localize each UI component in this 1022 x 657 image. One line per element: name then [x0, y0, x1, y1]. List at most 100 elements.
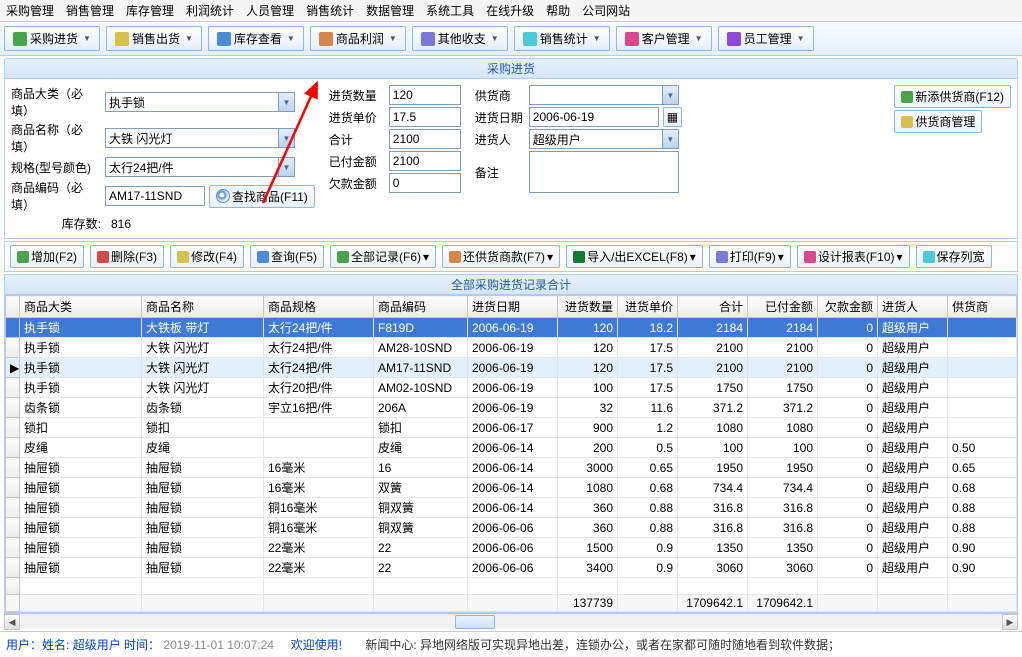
scroll-left-icon[interactable]: ◀ [4, 614, 20, 630]
table-row[interactable]: ▶执手锁大铁 闪光灯太行24把/件AM17-11SND2006-06-19120… [6, 358, 1017, 378]
column-header[interactable]: 供货商 [948, 296, 1017, 318]
table-row[interactable]: 抽屉锁抽屉锁22毫米222006-06-0615000.9135013500超级… [6, 538, 1017, 558]
find-product-button[interactable]: 查找商品(F11) [209, 185, 315, 208]
menu-item[interactable]: 数据管理 [366, 2, 414, 19]
label-stock: 库存数: [11, 215, 101, 232]
toolbar-button[interactable]: 客户管理▼ [616, 26, 712, 51]
total-cell [142, 595, 264, 612]
supplier-mgr-button[interactable]: 供货商管理 [894, 110, 982, 133]
table-title: 全部采购进货记录合计 [4, 274, 1018, 295]
action-button[interactable]: 设计报表(F10)▾ [797, 245, 910, 268]
date-input[interactable] [529, 107, 659, 127]
column-header[interactable]: 进货数量 [558, 296, 618, 318]
column-header[interactable]: 商品规格 [264, 296, 374, 318]
label-paid: 已付金额 [329, 153, 385, 170]
code-input[interactable] [105, 186, 205, 206]
chevron-down-icon: ▾ [547, 250, 553, 264]
spec-select[interactable] [105, 157, 295, 177]
paid-input[interactable] [389, 151, 461, 171]
dropdown-icon[interactable]: ▼ [278, 158, 294, 176]
supplier-select[interactable] [529, 85, 679, 105]
remark-input[interactable] [529, 151, 679, 193]
column-header[interactable]: 欠款金额 [818, 296, 878, 318]
label-code: 商品编码（必填） [11, 179, 101, 213]
column-header[interactable]: 商品编码 [374, 296, 468, 318]
scroll-right-icon[interactable]: ▶ [1002, 614, 1018, 630]
add-supplier-button[interactable]: 新添供货商(F12) [894, 85, 1011, 108]
table-row[interactable]: 抽屉锁抽屉锁铜16毫米铜双簧2006-06-143600.88316.8316.… [6, 498, 1017, 518]
action-button[interactable]: 保存列宽 [916, 245, 992, 268]
toolbar-button[interactable]: 销售出货▼ [106, 26, 202, 51]
action-button[interactable]: 全部记录(F6)▾ [330, 245, 436, 268]
total-input[interactable] [389, 129, 461, 149]
toolbar-button[interactable]: 采购进货▼ [4, 26, 100, 51]
chevron-down-icon: ▼ [389, 34, 397, 43]
horizontal-scrollbar[interactable]: ◀ ▶ [4, 613, 1018, 629]
category-select[interactable] [105, 92, 295, 112]
table-row[interactable]: 抽屉锁抽屉锁16毫米双簧2006-06-1410800.68734.4734.4… [6, 478, 1017, 498]
toolbar-button[interactable]: 商品利润▼ [310, 26, 406, 51]
table-row[interactable]: 抽屉锁抽屉锁铜16毫米铜双簧2006-06-063600.88316.8316.… [6, 518, 1017, 538]
column-header[interactable]: 合计 [678, 296, 748, 318]
column-header[interactable]: 进货日期 [468, 296, 558, 318]
column-header[interactable]: 进货单价 [618, 296, 678, 318]
menu-item[interactable]: 系统工具 [426, 2, 474, 19]
column-header[interactable]: 进货人 [878, 296, 948, 318]
action-button[interactable]: 增加(F2) [10, 245, 84, 268]
menu-item[interactable]: 销售管理 [66, 2, 114, 19]
scroll-thumb[interactable] [455, 615, 495, 629]
action-button[interactable]: 还供货商款(F7)▾ [442, 245, 560, 268]
scroll-track[interactable] [20, 614, 1002, 629]
menu-item[interactable]: 销售统计 [306, 2, 354, 19]
total-cell: 1709642.1 [748, 595, 818, 612]
records-table[interactable]: 商品大类商品名称商品规格商品编码进货日期进货数量进货单价合计已付金额欠款金额进货… [5, 295, 1017, 612]
toolbar-button[interactable]: 库存查看▼ [208, 26, 304, 51]
person-select[interactable] [529, 129, 679, 149]
table-row[interactable]: 齿条锁齿条锁宇立16把/件206A2006-06-193211.6371.237… [6, 398, 1017, 418]
total-cell [818, 595, 878, 612]
table-row[interactable]: 执手锁大铁板 带灯太行24把/件F819D2006-06-1912018.221… [6, 318, 1017, 338]
menu-item[interactable]: 利润统计 [186, 2, 234, 19]
chevron-down-icon: ▼ [83, 34, 91, 43]
label-owe: 欠款金额 [329, 175, 385, 192]
column-header[interactable]: 已付金额 [748, 296, 818, 318]
table-row[interactable]: 锁扣锁扣锁扣2006-06-179001.2108010800超级用户 [6, 418, 1017, 438]
action-button[interactable]: 修改(F4) [170, 245, 244, 268]
menu-item[interactable]: 帮助 [546, 2, 570, 19]
table-row[interactable]: 执手锁大铁 闪光灯太行24把/件AM28-10SND2006-06-191201… [6, 338, 1017, 358]
qty-input[interactable] [389, 85, 461, 105]
dropdown-icon[interactable]: ▼ [278, 93, 294, 111]
table-row[interactable]: 抽屉锁抽屉锁16毫米162006-06-1430000.65195019500超… [6, 458, 1017, 478]
action-icon [257, 251, 269, 263]
action-button[interactable]: 删除(F3) [90, 245, 164, 268]
name-select[interactable] [105, 128, 295, 148]
toolbar-icon [115, 32, 129, 46]
menu-item[interactable]: 人员管理 [246, 2, 294, 19]
toolbar-icon [625, 32, 639, 46]
dropdown-icon[interactable]: ▼ [662, 86, 678, 104]
action-button[interactable]: 导入/出EXCEL(F8)▾ [566, 245, 703, 268]
table-row[interactable]: 皮绳皮绳皮绳2006-06-142000.51001000超级用户0.50 [6, 438, 1017, 458]
menu-item[interactable]: 公司网站 [582, 2, 630, 19]
toolbar-button[interactable]: 销售统计▼ [514, 26, 610, 51]
total-cell: 137739 [558, 595, 618, 612]
table-row[interactable]: 执手锁大铁 闪光灯太行20把/件AM02-10SND2006-06-191001… [6, 378, 1017, 398]
toolbar-button[interactable]: 员工管理▼ [718, 26, 814, 51]
menu-item[interactable]: 采购管理 [6, 2, 54, 19]
toolbar-button[interactable]: 其他收支▼ [412, 26, 508, 51]
column-header[interactable]: 商品大类 [20, 296, 142, 318]
label-remark: 备注 [475, 164, 525, 181]
menu-item[interactable]: 在线升级 [486, 2, 534, 19]
dropdown-icon[interactable]: ▼ [278, 129, 294, 147]
dropdown-icon[interactable]: ▼ [662, 130, 678, 148]
price-input[interactable] [389, 107, 461, 127]
total-cell [468, 595, 558, 612]
table-row[interactable]: 抽屉锁抽屉锁22毫米222006-06-0634000.9306030600超级… [6, 558, 1017, 578]
action-button[interactable]: 查询(F5) [250, 245, 324, 268]
action-button[interactable]: 打印(F9)▾ [709, 245, 791, 268]
menu-item[interactable]: 库存管理 [126, 2, 174, 19]
label-total: 合计 [329, 131, 385, 148]
calendar-button[interactable]: ▦ [663, 107, 682, 127]
column-header[interactable]: 商品名称 [142, 296, 264, 318]
owe-input[interactable] [389, 173, 461, 193]
